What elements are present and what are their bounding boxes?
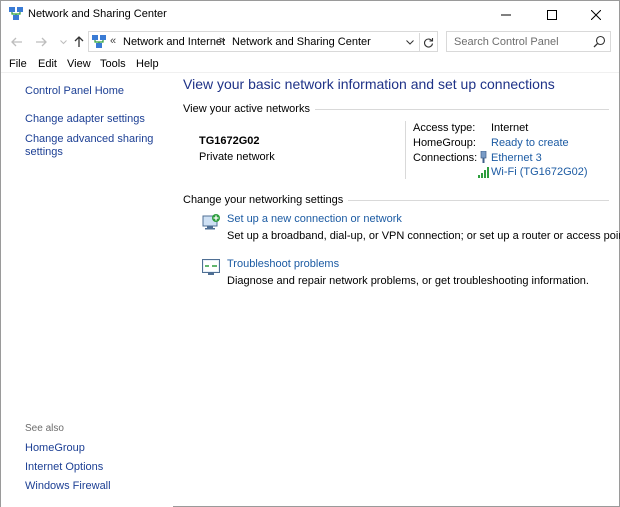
menu-edit[interactable]: Edit <box>38 58 57 70</box>
internet-options-link[interactable]: Internet Options <box>25 461 103 474</box>
change-adapter-settings-link[interactable]: Change adapter settings <box>25 113 145 126</box>
menu-file[interactable]: File <box>9 58 27 70</box>
new-connection-icon <box>202 214 220 230</box>
refresh-icon <box>424 37 434 47</box>
search-placeholder[interactable]: Search Control Panel <box>454 36 559 48</box>
title-bar: Network and Sharing Center <box>1 1 619 28</box>
wifi-signal-icon <box>478 167 489 178</box>
back-button[interactable] <box>7 32 27 52</box>
refresh-button[interactable] <box>419 33 437 51</box>
minimize-button[interactable] <box>483 1 529 28</box>
ethernet-icon <box>480 151 487 163</box>
menu-bar: File Edit View Tools Help <box>1 56 619 73</box>
control-panel-home-link[interactable]: Control Panel Home <box>25 85 124 98</box>
change-advanced-sharing-link[interactable]: Change advanced sharing <box>25 133 153 146</box>
address-row: « Network and Internet > Network and Sha… <box>1 28 619 55</box>
homegroup-link[interactable]: HomeGroup <box>25 442 85 455</box>
homegroup-label: HomeGroup: <box>413 137 476 149</box>
breadcrumb-network-internet[interactable]: Network and Internet <box>123 36 225 48</box>
chevron-down-icon <box>59 39 67 44</box>
forward-button[interactable] <box>31 32 51 52</box>
divider <box>405 121 406 179</box>
close-button[interactable] <box>573 1 619 28</box>
homegroup-ready-link[interactable]: Ready to create <box>491 137 569 149</box>
active-networks-heading: View your active networks <box>183 103 315 115</box>
network-name: TG1672G02 <box>199 135 260 147</box>
network-category: Private network <box>199 151 275 163</box>
menu-help[interactable]: Help <box>136 58 159 70</box>
maximize-button[interactable] <box>529 1 575 28</box>
change-settings-heading: Change your networking settings <box>183 194 349 206</box>
connections-label: Connections: <box>413 152 478 164</box>
setup-new-connection-link[interactable]: Set up a new connection or network <box>227 213 402 225</box>
left-navigation-pane: Control Panel Home Change adapter settin… <box>1 73 173 507</box>
up-button[interactable] <box>69 32 89 52</box>
close-icon <box>591 9 601 20</box>
setup-new-connection-desc: Set up a broadband, dial-up, or VPN conn… <box>227 230 620 242</box>
wifi-connection-link[interactable]: Wi-Fi (TG1672G02) <box>491 166 588 178</box>
search-box[interactable]: Search Control Panel <box>446 31 611 52</box>
chevron-down-icon <box>406 39 414 45</box>
forward-arrow-icon <box>36 37 47 47</box>
troubleshoot-problems-desc: Diagnose and repair network problems, or… <box>227 275 589 287</box>
menu-view[interactable]: View <box>67 58 91 70</box>
network-center-icon <box>9 7 23 20</box>
ethernet-connection-link[interactable]: Ethernet 3 <box>491 152 542 164</box>
network-sharing-center-window: Network and Sharing Center « Network and… <box>0 0 620 507</box>
troubleshoot-problems-link[interactable]: Troubleshoot problems <box>227 258 339 270</box>
window-title: Network and Sharing Center <box>28 8 167 20</box>
search-icon[interactable] <box>593 35 606 48</box>
breadcrumb-overflow[interactable]: « <box>110 35 116 47</box>
windows-firewall-link[interactable]: Windows Firewall <box>25 480 111 493</box>
page-title: View your basic network information and … <box>183 76 555 92</box>
breadcrumb-network-sharing-center[interactable]: Network and Sharing Center <box>232 36 371 48</box>
change-advanced-sharing-link-line2[interactable]: settings <box>25 146 63 159</box>
maximize-icon <box>547 9 557 20</box>
up-arrow-icon <box>74 36 84 47</box>
address-bar[interactable]: « Network and Internet > Network and Sha… <box>88 31 438 52</box>
back-arrow-icon <box>11 37 22 47</box>
breadcrumb-separator[interactable]: > <box>219 35 225 47</box>
troubleshoot-icon <box>202 259 220 275</box>
see-also-label: See also <box>25 423 64 434</box>
menu-tools[interactable]: Tools <box>100 58 126 70</box>
access-type-value: Internet <box>491 122 529 134</box>
control-panel-icon <box>92 35 106 48</box>
address-dropdown-button[interactable] <box>403 34 417 50</box>
access-type-label: Access type: <box>413 122 476 134</box>
minimize-icon <box>501 14 511 15</box>
